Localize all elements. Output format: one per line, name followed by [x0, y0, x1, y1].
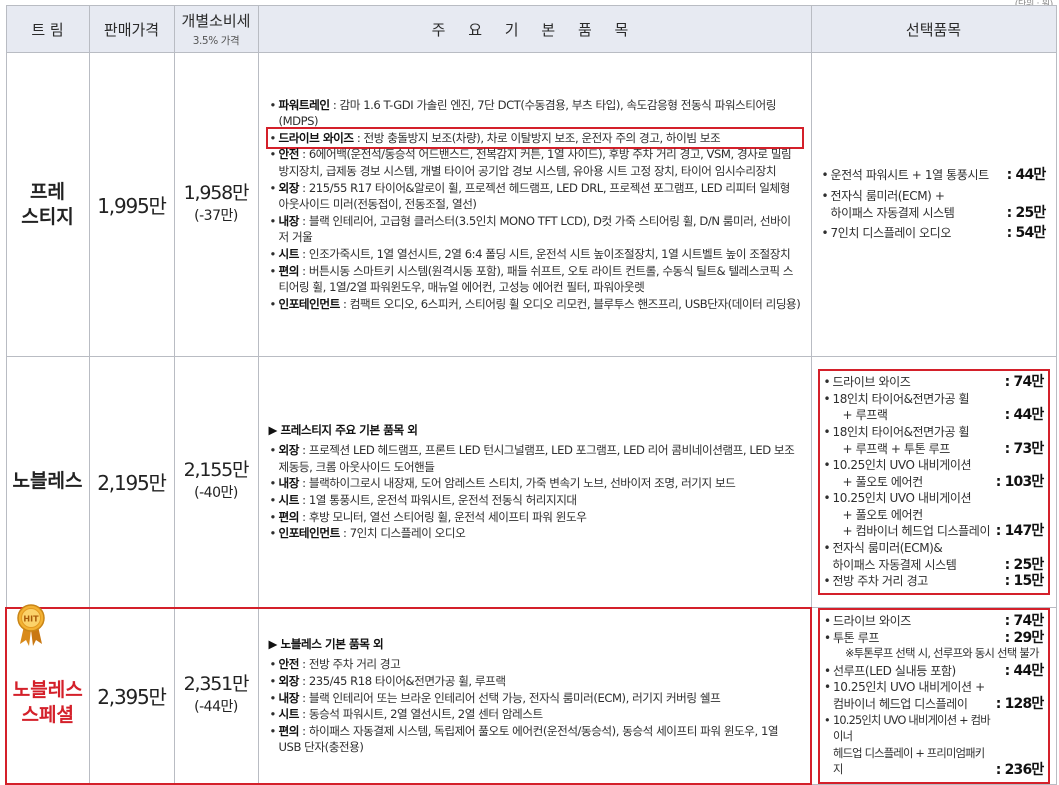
tax-price: 2,155만: [183, 458, 250, 481]
option-price: : 44만: [1004, 662, 1045, 679]
trim-row-noblesse: 노블레스 2,195만 2,155만 (-40만) ▶ 프레스티지 주요 기본 품…: [5, 356, 1057, 608]
basic-item: 편의 : 하이패스 자동결제 시스템, 독립제어 풀오토 에어컨(운전석/동승석…: [269, 723, 801, 756]
basic-item: 안전 : 6에어백(운전석/동승석 어드밴스드, 전복감지 커튼, 1열 사이드…: [269, 146, 801, 179]
option-item: 7인치 디스플레이 오디오: 54만: [822, 225, 1047, 242]
option-price: : 73만: [1004, 440, 1045, 457]
tax-price-cell: 2,155만 (-40만): [173, 356, 259, 608]
sale-price: 1,995만: [88, 52, 175, 357]
option-items: 운전석 파워시트 + 1열 통풍시트: 44만 전자식 룸미러(ECM) +하이…: [810, 52, 1057, 357]
option-item: 10.25인치 UVO 내비게이션+ 풀오토 에어컨+ 컴바이너 헤드업 디스플…: [824, 490, 1045, 540]
option-item: 전자식 룸미러(ECM) +하이패스 자동결제 시스템: 25만: [822, 188, 1047, 221]
header-options: 선택품목: [810, 5, 1057, 53]
discount: (-37만): [194, 207, 238, 224]
option-item: 드라이브 와이즈: 74만: [824, 374, 1045, 391]
header-row: 트 림 판매가격 개별소비세 3.5% 가격 주 요 기 본 품 목 선택품목: [5, 5, 1057, 53]
option-price: : 74만: [1004, 374, 1045, 391]
basic-items: ▶ 프레스티지 주요 기본 품목 외 외장 : 프로젝션 LED 헤드램프, 프…: [257, 356, 812, 608]
option-price: : 147만: [995, 523, 1045, 540]
basic-lead: ▶ 노블레스 기본 품목 외: [268, 636, 384, 651]
basic-item: 내장 : 블랙 인테리어 또는 브라운 인테리어 선택 가능, 전자식 룸미러(…: [269, 690, 801, 707]
tax-price-cell: 1,958만 (-37만): [173, 52, 259, 357]
option-item: 10.25인치 UVO 내비게이션 + 컴바이너헤드업 디스플레이 + 프리미엄…: [824, 713, 1044, 779]
basic-item: 외장 : 215/55 R17 타이어&알로이 휠, 프로젝션 헤드램프, LE…: [269, 180, 801, 213]
option-item: 운전석 파워시트 + 1열 통풍시트: 44만: [822, 167, 1047, 184]
option-item: 18인치 타이어&전면가공 휠+ 루프랙: 44만: [824, 391, 1045, 424]
option-item: 10.25인치 UVO 내비게이션 +컴바이너 헤드업 디스플레이: 128만: [824, 679, 1044, 712]
option-items: 드라이브 와이즈: 74만 18인치 타이어&전면가공 휠+ 루프랙: 44만 …: [810, 356, 1057, 608]
header-trim: 트 림: [5, 5, 90, 53]
basic-item: 안전 : 전방 주차 거리 경고: [269, 656, 801, 673]
basic-item: 시트 : 인조가죽시트, 1열 열선시트, 2열 6:4 폴딩 시트, 운전석 …: [269, 246, 801, 263]
basic-item: 편의 : 후방 모니터, 열선 스티어링 휠, 운전석 세이프티 파워 윈도우: [269, 509, 801, 526]
option-item: 전방 주차 거리 경고: 15만: [824, 573, 1045, 590]
discount: (-44만): [194, 698, 238, 715]
tax-price: 1,958만: [183, 181, 250, 204]
basic-item: 외장 : 235/45 R18 타이어&전면가공 휠, 루프랙: [269, 673, 801, 690]
option-price: : 44만: [1006, 167, 1047, 184]
option-item: 투톤 루프: 29만※투톤루프 선택 시, 선루프와 동시 선택 불가: [824, 630, 1044, 663]
trim-name: 프레 스티지: [5, 52, 90, 357]
option-price: : 103만: [995, 473, 1045, 490]
hit-medal-icon: HIT: [17, 604, 45, 646]
option-items: 드라이브 와이즈: 74만 투톤 루프: 29만※투톤루프 선택 시, 선루프와…: [810, 607, 1057, 785]
option-item: 18인치 타이어&전면가공 휠+ 루프랙 + 투톤 루프: 73만: [824, 424, 1045, 457]
option-item: 드라이브 와이즈: 74만: [824, 613, 1044, 630]
option-item: 전자식 룸미러(ECM)&하이패스 자동결제 시스템: 25만: [824, 540, 1045, 573]
header-basic: 주 요 기 본 품 목: [257, 5, 812, 53]
basic-item: 편의 : 버튼시동 스마트키 시스템(원격시동 포함), 패들 쉬프트, 오토 …: [269, 263, 801, 296]
option-highlight-box: 드라이브 와이즈: 74만 투톤 루프: 29만※투톤루프 선택 시, 선루프와…: [818, 608, 1050, 784]
header-price: 판매가격: [88, 5, 175, 53]
option-price: : 25만: [1006, 204, 1047, 221]
option-highlight-box: 드라이브 와이즈: 74만 18인치 타이어&전면가공 휠+ 루프랙: 44만 …: [817, 369, 1050, 595]
tax-price-cell: 2,351만 (-44만): [173, 606, 259, 785]
price-table: 트 림 판매가격 개별소비세 3.5% 가격 주 요 기 본 품 목 선택품목 프…: [5, 5, 1057, 785]
discount: (-40만): [194, 484, 238, 501]
option-price: : 74만: [1004, 613, 1045, 629]
header-tax-price: 개별소비세 3.5% 가격: [173, 5, 259, 53]
trim-row-prestige: 프레 스티지 1,995만 1,958만 (-37만) 파워트레인 : 감마 1.…: [5, 52, 1057, 357]
basic-item: 내장 : 블랙하이그로시 내장재, 도어 암레스트 스티치, 가죽 변속기 노브…: [269, 475, 801, 492]
basic-item: 내장 : 블랙 인테리어, 고급형 클러스터(3.5인치 MONO TFT LC…: [269, 213, 801, 246]
option-note: ※투톤루프 선택 시, 선루프와 동시 선택 불가: [845, 647, 1039, 661]
option-price: : 29만: [1004, 629, 1045, 646]
header-tax-sub: 3.5% 가격: [192, 35, 240, 47]
option-price: : 54만: [1006, 225, 1047, 242]
option-price: : 44만: [1004, 407, 1045, 424]
trim-name: 노블레스: [5, 356, 90, 608]
basic-items: 파워트레인 : 감마 1.6 T-GDI 가솔린 엔진, 7단 DCT(수동겸용…: [257, 52, 812, 357]
medal-label: HIT: [23, 615, 39, 624]
basic-items: ▶ 노블레스 기본 품목 외 안전 : 전방 주차 거리 경고 외장 : 235…: [257, 606, 812, 785]
basic-lead: ▶ 프레스티지 주요 기본 품목 외: [268, 422, 418, 437]
basic-item: 시트 : 동승석 파워시트, 2열 열선시트, 2열 센터 암레스트: [269, 706, 801, 723]
sale-price: 2,195만: [88, 356, 175, 608]
option-item: 선루프(LED 실내등 포함): 44만: [824, 663, 1044, 680]
tax-price: 2,351만: [183, 672, 250, 695]
basic-item-highlighted: 드라이브 와이즈 : 전방 충돌방지 보조(차량), 차로 이탈방지 보조, 운…: [265, 126, 804, 150]
option-item: 10.25인치 UVO 내비게이션+ 풀오토 에어컨: 103만: [824, 457, 1045, 490]
basic-item: 인포테인먼트 : 7인치 디스플레이 오디오: [269, 525, 801, 542]
basic-item: 외장 : 프로젝션 LED 헤드램프, 프론트 LED 턴시그널램프, LED …: [269, 442, 801, 475]
basic-item: 파워트레인 : 감마 1.6 T-GDI 가솔린 엔진, 7단 DCT(수동겸용…: [269, 97, 801, 130]
option-price: : 236만: [995, 762, 1045, 779]
basic-item: 인포테인먼트 : 컴팩트 오디오, 6스피커, 스티어링 휠 오디오 리모컨, …: [269, 296, 801, 313]
option-price: : 25만: [1004, 556, 1045, 573]
option-price: : 128만: [995, 695, 1045, 712]
trim-row-noblesse-special: 노블레스 스페셜 2,395만 2,351만 (-44만) ▶ 노블레스 기본 품…: [5, 606, 1057, 785]
sale-price: 2,395만: [88, 606, 175, 785]
option-price: : 15만: [1004, 573, 1045, 590]
basic-item: 시트 : 1열 통풍시트, 운전석 파워시트, 운전석 전동식 허리지지대: [269, 492, 801, 509]
